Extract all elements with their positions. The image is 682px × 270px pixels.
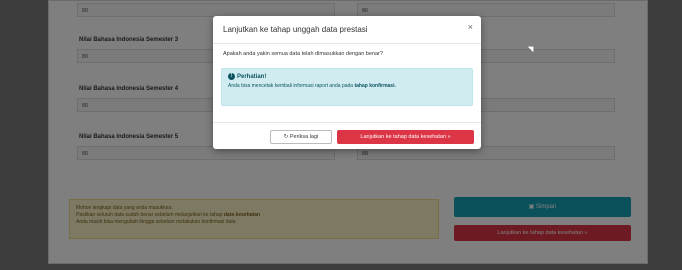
alert-title: ! Perhatian! <box>228 73 266 80</box>
alert-text: Anda bisa mencetak kembali informasi rap… <box>228 83 396 89</box>
continue-button[interactable]: Lanjutkan ke tahap data kesehatan » <box>337 130 474 144</box>
check-again-button[interactable]: ↻ Periksa lagi <box>270 130 332 144</box>
info-alert: ! Perhatian! Anda bisa mencetak kembali i… <box>221 68 473 106</box>
info-icon: ! <box>228 73 235 80</box>
confirm-question: Apakah anda yakin semua data telah dimas… <box>223 51 383 57</box>
confirm-modal: Lanjutkan ke tahap unggah data prestasi … <box>213 16 481 149</box>
modal-title: Lanjutkan ke tahap unggah data prestasi <box>223 25 368 34</box>
modal-header: Lanjutkan ke tahap unggah data prestasi … <box>213 16 481 44</box>
close-icon[interactable]: × <box>468 22 473 32</box>
